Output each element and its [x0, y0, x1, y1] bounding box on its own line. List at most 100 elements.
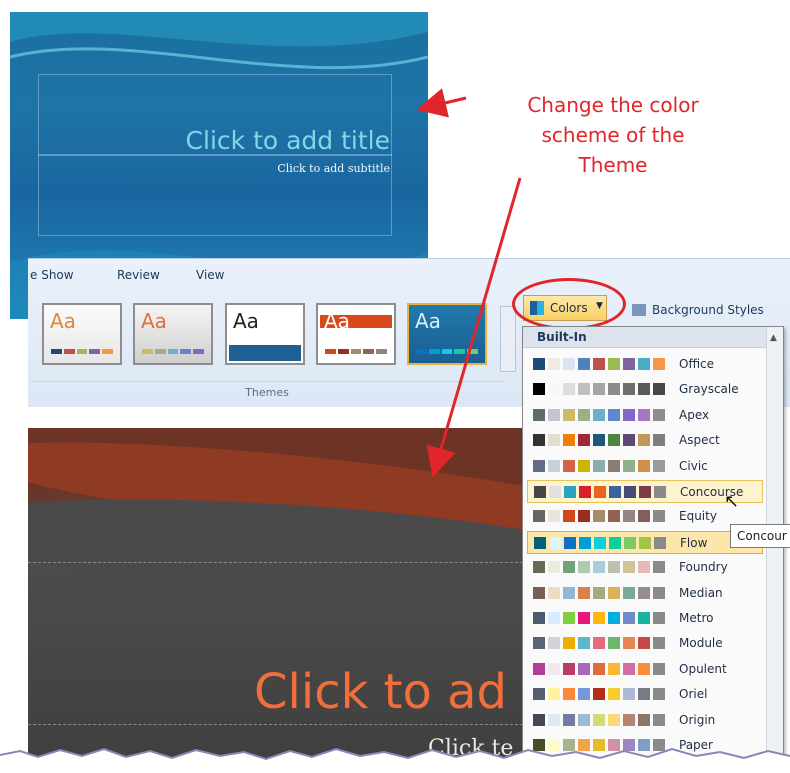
- color-scheme-opulent[interactable]: Opulent: [527, 658, 763, 681]
- color-swatch: [563, 383, 575, 396]
- theme-thumbnail-office[interactable]: Aa: [42, 303, 122, 365]
- color-swatch: [548, 637, 560, 650]
- color-swatch: [653, 434, 665, 447]
- color-swatch: [533, 358, 545, 370]
- color-scheme-name: Grayscale: [679, 382, 739, 397]
- color-swatch: [534, 536, 546, 549]
- color-scheme-civic[interactable]: Civic: [527, 455, 763, 478]
- color-scheme-grayscale[interactable]: Grayscale: [527, 378, 763, 401]
- color-swatch: [623, 561, 635, 574]
- scroll-up-icon[interactable]: ▲: [770, 333, 777, 343]
- color-swatch: [548, 662, 560, 675]
- color-scheme-foundry[interactable]: Foundry: [527, 556, 763, 579]
- color-swatch: [638, 434, 650, 447]
- color-swatch: [594, 536, 606, 549]
- color-swatch: [548, 586, 560, 599]
- color-swatch: [653, 383, 665, 396]
- color-scheme-median[interactable]: Median: [527, 582, 763, 605]
- theme-thumbnail-selected[interactable]: Aa: [407, 303, 487, 365]
- color-scheme-name: Median: [679, 585, 723, 600]
- theme-sample-text: Aa: [233, 309, 259, 333]
- theme-sample-text: Aa: [415, 309, 441, 333]
- color-swatch: [563, 612, 575, 624]
- tab-view[interactable]: View: [196, 268, 224, 282]
- slide-title-text[interactable]: Click to ad: [254, 664, 507, 720]
- tab-slide-show[interactable]: e Show: [30, 268, 74, 282]
- color-scheme-metro[interactable]: Metro: [527, 607, 763, 630]
- color-swatch: [563, 662, 575, 675]
- color-swatch: [533, 434, 545, 447]
- color-swatch: [608, 637, 620, 650]
- color-swatch: [578, 561, 590, 574]
- color-swatch: [563, 586, 575, 599]
- color-swatch: [623, 637, 635, 650]
- color-scheme-menu: Built-In ▲ Office Grayscale Apex Aspect Civi…: [522, 326, 784, 773]
- themes-gallery-scrollbar[interactable]: [500, 306, 516, 372]
- color-swatch: [578, 713, 590, 726]
- color-scheme-flow[interactable]: Flow: [527, 530, 763, 554]
- menu-scrollbar[interactable]: ▲: [766, 327, 783, 772]
- color-swatch: [638, 383, 650, 396]
- color-swatch: [623, 688, 635, 701]
- background-styles-button[interactable]: Background Styles: [632, 303, 764, 317]
- color-swatch: [578, 688, 590, 701]
- color-swatch: [563, 561, 575, 574]
- color-swatch: [624, 486, 636, 498]
- color-scheme-name: Metro: [679, 611, 714, 625]
- color-swatch: [653, 662, 665, 675]
- color-swatch: [624, 536, 636, 549]
- color-swatch: [623, 662, 635, 675]
- color-scheme-name: Flow: [680, 535, 708, 550]
- slide-subtitle-text[interactable]: Click to add subtitle: [277, 162, 390, 175]
- color-swatch: [638, 358, 650, 370]
- color-swatch: [638, 561, 650, 574]
- color-swatch: [608, 586, 620, 599]
- slide-title-text[interactable]: Click to add title: [186, 126, 390, 155]
- color-swatch: [533, 612, 545, 624]
- color-swatch: [548, 688, 560, 701]
- color-swatch: [593, 459, 605, 472]
- torn-edge-decoration: [0, 747, 790, 773]
- color-swatch: [653, 358, 665, 370]
- color-swatch: [564, 486, 576, 498]
- color-swatch: [608, 713, 620, 726]
- annotation-line-1: Change the color: [527, 93, 699, 117]
- theme-thumbnail-4[interactable]: Aa: [316, 303, 396, 365]
- color-swatch: [563, 688, 575, 701]
- color-swatch: [608, 561, 620, 574]
- color-scheme-apex[interactable]: Apex: [527, 404, 763, 427]
- color-swatch: [638, 662, 650, 675]
- color-swatch: [593, 612, 605, 624]
- color-swatch: [608, 612, 620, 624]
- color-scheme-origin[interactable]: Origin: [527, 709, 763, 732]
- color-swatch: [534, 486, 546, 498]
- theme-swatches: [51, 349, 113, 354]
- color-scheme-oriel[interactable]: Oriel: [527, 683, 763, 706]
- color-swatch: [549, 486, 561, 498]
- color-swatch: [623, 713, 635, 726]
- placeholder-border: [28, 562, 528, 563]
- theme-thumbnail-3[interactable]: Aa: [225, 303, 305, 365]
- color-swatch: [578, 434, 590, 447]
- theme-swatches: [142, 349, 204, 354]
- color-scheme-office[interactable]: Office: [527, 353, 763, 376]
- color-swatch: [578, 510, 590, 523]
- color-swatch: [654, 486, 666, 498]
- color-swatch: [638, 688, 650, 701]
- color-scheme-name: Equity: [679, 509, 717, 524]
- tab-review[interactable]: Review: [117, 268, 160, 282]
- themes-group-label: Themes: [245, 386, 289, 399]
- theme-thumbnail-2[interactable]: Aa: [133, 303, 213, 365]
- annotation-circle: [512, 278, 626, 330]
- color-swatch: [623, 586, 635, 599]
- annotation-line-3: Theme: [578, 153, 648, 177]
- color-scheme-module[interactable]: Module: [527, 632, 763, 655]
- color-swatch: [578, 383, 590, 396]
- color-swatch: [593, 358, 605, 370]
- color-scheme-aspect[interactable]: Aspect: [527, 429, 763, 452]
- color-swatch: [608, 358, 620, 370]
- color-scheme-name: Module: [679, 636, 723, 651]
- color-swatch: [548, 561, 560, 574]
- color-scheme-name: Foundry: [679, 560, 728, 575]
- color-swatch: [593, 586, 605, 599]
